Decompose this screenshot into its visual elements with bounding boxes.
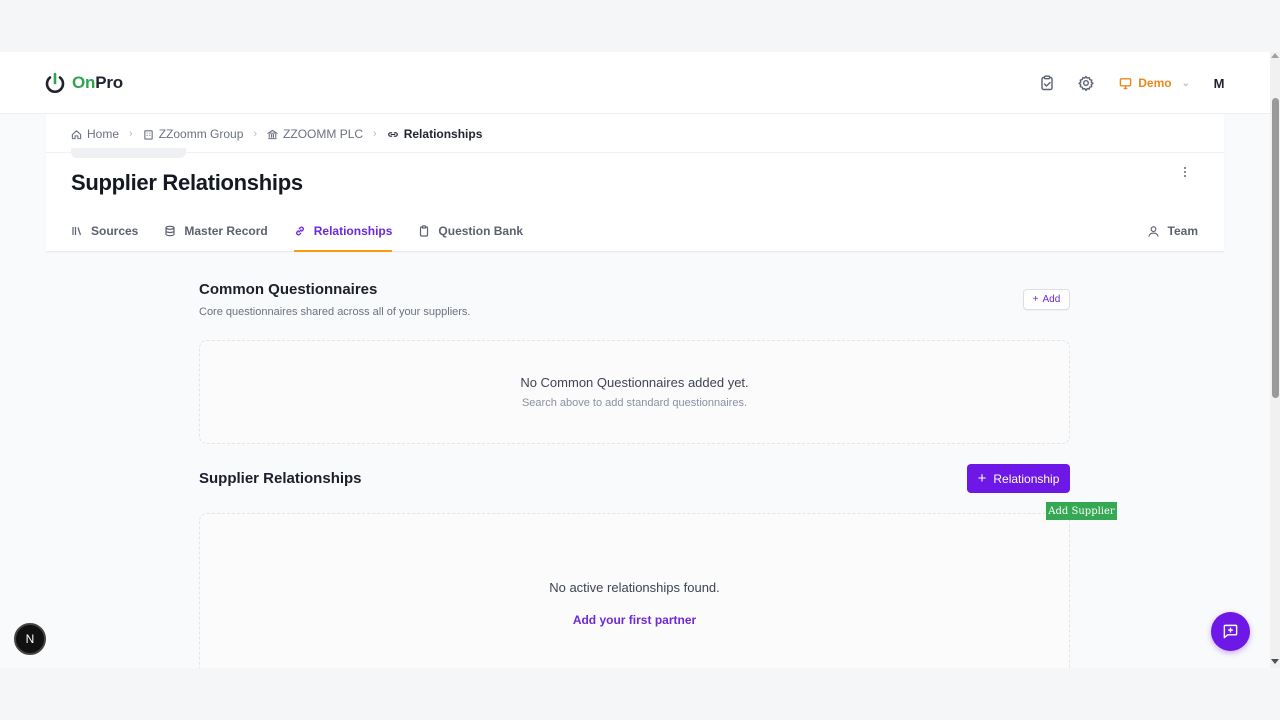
workspace-label: Demo — [1138, 76, 1172, 90]
plus-icon: + — [1032, 294, 1039, 305]
link-icon — [295, 226, 304, 236]
clipboard-check-icon — [1041, 75, 1053, 91]
nav-actions: Demo ⌄ M — [1021, 70, 1226, 96]
top-navbar: OnPro Demo ⌄ M — [0, 52, 1270, 114]
scroll-down-icon[interactable] — [1271, 659, 1279, 664]
add-relationship-button[interactable]: + Relationship — [967, 464, 1070, 493]
onpro-logo[interactable]: OnPro — [44, 71, 123, 95]
bank-icon — [267, 129, 279, 139]
common-questionnaires-title: Common Questionnaires — [199, 281, 378, 298]
tab-sources[interactable]: Sources — [71, 210, 138, 252]
user-icon — [1147, 225, 1159, 237]
common-questionnaires-subtitle: Core questionnaires shared across all of… — [199, 306, 471, 318]
chevron-right-icon: › — [129, 128, 133, 140]
tab-relationships[interactable]: Relationships — [293, 210, 392, 252]
monitor-icon — [1119, 77, 1132, 89]
page-header: Home › ZZoomm Group › ZZOOMM PLC › Relat… — [46, 114, 1224, 252]
power-logo-icon — [45, 72, 65, 93]
more-options-button[interactable] — [1178, 164, 1192, 180]
add-relationship-label: Relationship — [993, 471, 1060, 486]
supplier-relationships-empty-state: No active relationships found. Add your … — [199, 513, 1070, 668]
add-questionnaire-button[interactable]: + Add — [1023, 289, 1070, 310]
link-icon — [387, 131, 398, 137]
scrollbar-thumb[interactable] — [1272, 98, 1279, 398]
breadcrumb-divider — [46, 152, 1224, 153]
vertical-scrollbar[interactable] — [1270, 52, 1280, 668]
more-vertical-icon — [1183, 166, 1187, 178]
library-icon — [72, 227, 82, 236]
chat-button[interactable] — [1211, 612, 1250, 651]
status-badge — [71, 148, 186, 158]
tab-bar: Sources Master Record Relationships Ques… — [71, 210, 549, 252]
tab-master-record[interactable]: Master Record — [164, 210, 268, 252]
database-icon — [165, 225, 175, 237]
add-first-partner-link[interactable]: Add your first partner — [200, 613, 1069, 627]
breadcrumb-company[interactable]: ZZOOMM PLC — [267, 127, 363, 141]
breadcrumb-current: Relationships — [387, 127, 482, 141]
chevron-right-icon: › — [253, 128, 258, 140]
workspace-switcher[interactable]: Demo ⌄ — [1119, 76, 1190, 90]
home-icon — [71, 129, 82, 139]
user-avatar[interactable]: M — [1212, 76, 1226, 91]
empty-title: No active relationships found. — [549, 580, 720, 595]
chevron-right-icon: › — [373, 128, 377, 140]
clipboard-icon — [420, 225, 429, 237]
empty-subtitle: Search above to add standard questionnai… — [521, 397, 748, 409]
brand-name: OnPro — [72, 73, 123, 92]
chevron-down-icon: ⌄ — [1181, 77, 1190, 89]
breadcrumb: Home › ZZoomm Group › ZZOOMM PLC › Relat… — [71, 126, 482, 142]
scroll-up-icon[interactable] — [1271, 53, 1279, 58]
tasks-button[interactable] — [1034, 70, 1060, 96]
breadcrumb-group[interactable]: ZZoomm Group — [143, 127, 243, 141]
app-window: OnPro Demo ⌄ M Home › ZZoomm Group › ZZO… — [0, 52, 1270, 668]
building-icon — [143, 129, 153, 140]
add-supplier-tooltip: Add Supplier — [1046, 502, 1117, 520]
add-label: Add — [1042, 294, 1061, 305]
tab-question-bank[interactable]: Question Bank — [418, 210, 523, 252]
breadcrumb-home[interactable]: Home — [71, 127, 119, 141]
settings-button[interactable] — [1073, 70, 1099, 96]
gear-icon — [1078, 75, 1094, 91]
common-questionnaires-empty-state: No Common Questionnaires added yet. Sear… — [199, 340, 1070, 444]
supplier-relationships-title: Supplier Relationships — [199, 470, 362, 487]
plus-icon: + — [977, 470, 987, 487]
page-title: Supplier Relationships — [71, 170, 303, 195]
chat-icon — [1223, 624, 1238, 639]
empty-title: No Common Questionnaires added yet. — [520, 375, 749, 390]
team-button[interactable]: Team — [1147, 210, 1198, 252]
nextjs-dev-button[interactable]: N — [14, 623, 46, 655]
